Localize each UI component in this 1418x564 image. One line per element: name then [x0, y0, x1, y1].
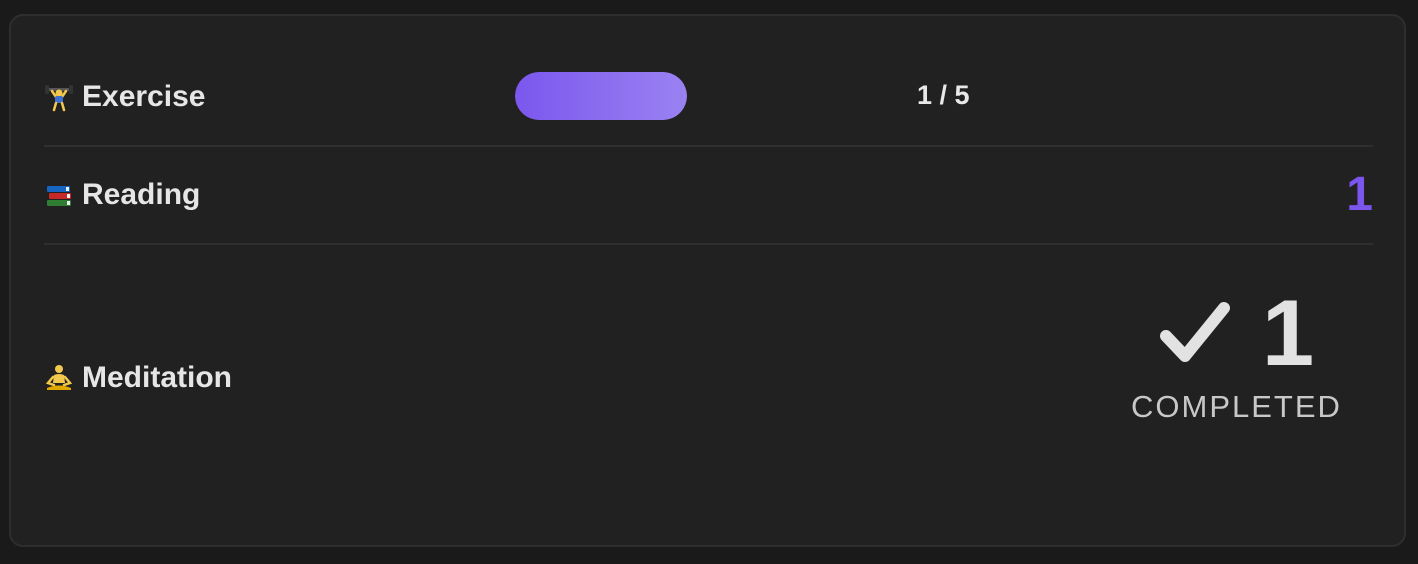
- reading-count: 1: [1346, 168, 1373, 221]
- habit-title-exercise: Exercise: [44, 77, 205, 117]
- meditating-person-icon: [44, 363, 74, 393]
- exercise-progress-bar: [515, 72, 687, 120]
- habit-title-meditation: Meditation: [44, 358, 232, 398]
- exercise-progress-fill: [515, 72, 687, 120]
- habit-row-reading[interactable]: Reading 1: [44, 145, 1373, 245]
- habit-name-reading: Reading: [82, 178, 201, 211]
- habit-name-exercise: Exercise: [82, 80, 206, 113]
- habit-tracker-card: Exercise 1 / 5 Reading 1 Meditation 1 CO…: [9, 14, 1406, 547]
- books-icon: [44, 180, 74, 210]
- habit-name-meditation: Meditation: [82, 361, 232, 394]
- habit-title-reading: Reading: [44, 175, 200, 215]
- check-icon: [1158, 296, 1232, 370]
- exercise-progress-text: 1 / 5: [917, 80, 970, 110]
- meditation-status-label: COMPLETED: [1131, 389, 1342, 424]
- habit-row-exercise[interactable]: Exercise 1 / 5: [44, 46, 1373, 147]
- meditation-count: 1: [1261, 280, 1315, 385]
- meditation-completed-main: 1: [1131, 283, 1341, 383]
- weight-lifter-icon: [44, 82, 74, 112]
- habit-row-meditation[interactable]: Meditation 1 COMPLETED: [44, 243, 1373, 519]
- meditation-completed-status: 1 COMPLETED: [1131, 283, 1341, 425]
